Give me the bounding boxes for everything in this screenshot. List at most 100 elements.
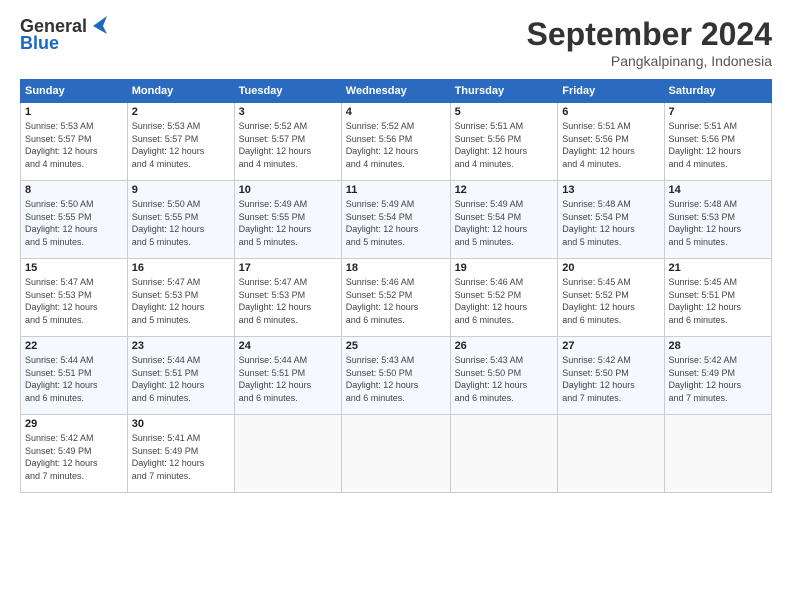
- calendar-cell: [450, 415, 558, 493]
- day-number: 21: [669, 262, 767, 274]
- page-header: General Blue September 2024 Pangkalpinan…: [20, 16, 772, 69]
- logo-blue: Blue: [20, 33, 59, 54]
- week-row-2: 8 Sunrise: 5:50 AMSunset: 5:55 PMDaylight…: [21, 181, 772, 259]
- col-header-thursday: Thursday: [450, 80, 558, 103]
- week-row-1: 1 Sunrise: 5:53 AMSunset: 5:57 PMDaylight…: [21, 103, 772, 181]
- day-number: 8: [25, 184, 123, 196]
- week-row-4: 22 Sunrise: 5:44 AMSunset: 5:51 PMDayligh…: [21, 337, 772, 415]
- calendar-cell: 28Sunrise: 5:42 AMSunset: 5:49 PMDayligh…: [664, 337, 771, 415]
- calendar-cell: 24Sunrise: 5:44 AMSunset: 5:51 PMDayligh…: [234, 337, 341, 415]
- calendar-cell: 9Sunrise: 5:50 AMSunset: 5:55 PMDaylight…: [127, 181, 234, 259]
- day-number: 6: [562, 106, 659, 118]
- day-info: Sunrise: 5:50 AMSunset: 5:55 PMDaylight:…: [25, 198, 123, 248]
- calendar-cell: 15 Sunrise: 5:47 AMSunset: 5:53 PMDayligh…: [21, 259, 128, 337]
- day-number: 7: [669, 106, 767, 118]
- location-subtitle: Pangkalpinang, Indonesia: [527, 53, 772, 69]
- calendar-cell: 26Sunrise: 5:43 AMSunset: 5:50 PMDayligh…: [450, 337, 558, 415]
- day-info: Sunrise: 5:45 AMSunset: 5:51 PMDaylight:…: [669, 276, 767, 326]
- day-info: Sunrise: 5:42 AMSunset: 5:49 PMDaylight:…: [25, 432, 123, 482]
- day-info: Sunrise: 5:46 AMSunset: 5:52 PMDaylight:…: [346, 276, 446, 326]
- month-title: September 2024: [527, 16, 772, 53]
- day-number: 16: [132, 262, 230, 274]
- day-info: Sunrise: 5:44 AMSunset: 5:51 PMDaylight:…: [132, 354, 230, 404]
- day-info: Sunrise: 5:52 AMSunset: 5:57 PMDaylight:…: [239, 120, 337, 170]
- calendar-cell: 13 Sunrise: 5:48 AMSunset: 5:54 PMDayligh…: [558, 181, 664, 259]
- calendar-cell: 29 Sunrise: 5:42 AMSunset: 5:49 PMDayligh…: [21, 415, 128, 493]
- logo-bird-icon: [89, 16, 107, 34]
- day-info: Sunrise: 5:47 AMSunset: 5:53 PMDaylight:…: [25, 276, 123, 326]
- day-info: Sunrise: 5:53 AMSunset: 5:57 PMDaylight:…: [25, 120, 123, 170]
- day-info: Sunrise: 5:51 AMSunset: 5:56 PMDaylight:…: [562, 120, 659, 170]
- calendar-cell: 30 Sunrise: 5:41 AMSunset: 5:49 PMDayligh…: [127, 415, 234, 493]
- day-info: Sunrise: 5:47 AMSunset: 5:53 PMDaylight:…: [132, 276, 230, 326]
- day-info: Sunrise: 5:43 AMSunset: 5:50 PMDaylight:…: [346, 354, 446, 404]
- week-row-3: 15 Sunrise: 5:47 AMSunset: 5:53 PMDayligh…: [21, 259, 772, 337]
- calendar-page: General Blue September 2024 Pangkalpinan…: [0, 0, 792, 612]
- day-number: 18: [346, 262, 446, 274]
- day-number: 29: [25, 418, 123, 430]
- calendar-cell: 4 Sunrise: 5:52 AMSunset: 5:56 PMDaylight…: [341, 103, 450, 181]
- day-number: 15: [25, 262, 123, 274]
- day-info: Sunrise: 5:51 AMSunset: 5:56 PMDaylight:…: [669, 120, 767, 170]
- day-info: Sunrise: 5:43 AMSunset: 5:50 PMDaylight:…: [455, 354, 554, 404]
- week-row-5: 29 Sunrise: 5:42 AMSunset: 5:49 PMDayligh…: [21, 415, 772, 493]
- col-header-wednesday: Wednesday: [341, 80, 450, 103]
- calendar-cell: 17Sunrise: 5:47 AMSunset: 5:53 PMDayligh…: [234, 259, 341, 337]
- day-info: Sunrise: 5:49 AMSunset: 5:54 PMDaylight:…: [346, 198, 446, 248]
- day-number: 19: [455, 262, 554, 274]
- day-number: 11: [346, 184, 446, 196]
- day-info: Sunrise: 5:48 AMSunset: 5:54 PMDaylight:…: [562, 198, 659, 248]
- day-number: 25: [346, 340, 446, 352]
- day-number: 22: [25, 340, 123, 352]
- day-info: Sunrise: 5:48 AMSunset: 5:53 PMDaylight:…: [669, 198, 767, 248]
- calendar-cell: 3 Sunrise: 5:52 AMSunset: 5:57 PMDaylight…: [234, 103, 341, 181]
- calendar-header-row: SundayMondayTuesdayWednesdayThursdayFrid…: [21, 80, 772, 103]
- calendar-cell: 25 Sunrise: 5:43 AMSunset: 5:50 PMDayligh…: [341, 337, 450, 415]
- calendar-cell: 5 Sunrise: 5:51 AMSunset: 5:56 PMDaylight…: [450, 103, 558, 181]
- day-info: Sunrise: 5:46 AMSunset: 5:52 PMDaylight:…: [455, 276, 554, 326]
- day-number: 20: [562, 262, 659, 274]
- calendar-cell: 10Sunrise: 5:49 AMSunset: 5:55 PMDayligh…: [234, 181, 341, 259]
- day-number: 12: [455, 184, 554, 196]
- day-number: 1: [25, 106, 123, 118]
- calendar-cell: [341, 415, 450, 493]
- day-number: 23: [132, 340, 230, 352]
- day-info: Sunrise: 5:51 AMSunset: 5:56 PMDaylight:…: [455, 120, 554, 170]
- day-info: Sunrise: 5:52 AMSunset: 5:56 PMDaylight:…: [346, 120, 446, 170]
- calendar-cell: [234, 415, 341, 493]
- calendar-cell: [664, 415, 771, 493]
- day-number: 27: [562, 340, 659, 352]
- day-info: Sunrise: 5:53 AMSunset: 5:57 PMDaylight:…: [132, 120, 230, 170]
- day-number: 30: [132, 418, 230, 430]
- calendar-cell: 16 Sunrise: 5:47 AMSunset: 5:53 PMDayligh…: [127, 259, 234, 337]
- calendar-cell: 19 Sunrise: 5:46 AMSunset: 5:52 PMDayligh…: [450, 259, 558, 337]
- day-number: 3: [239, 106, 337, 118]
- day-info: Sunrise: 5:42 AMSunset: 5:49 PMDaylight:…: [669, 354, 767, 404]
- calendar-cell: 2 Sunrise: 5:53 AMSunset: 5:57 PMDaylight…: [127, 103, 234, 181]
- calendar-cell: 22Sunrise: 5:44 AMSunset: 5:51 PMDayligh…: [21, 337, 128, 415]
- day-number: 13: [562, 184, 659, 196]
- day-number: 5: [455, 106, 554, 118]
- day-info: Sunrise: 5:49 AMSunset: 5:54 PMDaylight:…: [455, 198, 554, 248]
- col-header-sunday: Sunday: [21, 80, 128, 103]
- calendar-cell: 11 Sunrise: 5:49 AMSunset: 5:54 PMDayligh…: [341, 181, 450, 259]
- calendar-cell: 8 Sunrise: 5:50 AMSunset: 5:55 PMDaylight…: [21, 181, 128, 259]
- col-header-saturday: Saturday: [664, 80, 771, 103]
- calendar-cell: 6 Sunrise: 5:51 AMSunset: 5:56 PMDaylight…: [558, 103, 664, 181]
- col-header-tuesday: Tuesday: [234, 80, 341, 103]
- day-number: 24: [239, 340, 337, 352]
- day-number: 14: [669, 184, 767, 196]
- calendar-cell: [558, 415, 664, 493]
- calendar-cell: 1 Sunrise: 5:53 AMSunset: 5:57 PMDaylight…: [21, 103, 128, 181]
- day-number: 10: [239, 184, 337, 196]
- day-number: 2: [132, 106, 230, 118]
- calendar-cell: 14 Sunrise: 5:48 AMSunset: 5:53 PMDayligh…: [664, 181, 771, 259]
- day-info: Sunrise: 5:41 AMSunset: 5:49 PMDaylight:…: [132, 432, 230, 482]
- day-number: 4: [346, 106, 446, 118]
- day-info: Sunrise: 5:42 AMSunset: 5:50 PMDaylight:…: [562, 354, 659, 404]
- calendar-cell: 18 Sunrise: 5:46 AMSunset: 5:52 PMDayligh…: [341, 259, 450, 337]
- day-number: 17: [239, 262, 337, 274]
- col-header-friday: Friday: [558, 80, 664, 103]
- title-block: September 2024 Pangkalpinang, Indonesia: [527, 16, 772, 69]
- calendar-table: SundayMondayTuesdayWednesdayThursdayFrid…: [20, 79, 772, 493]
